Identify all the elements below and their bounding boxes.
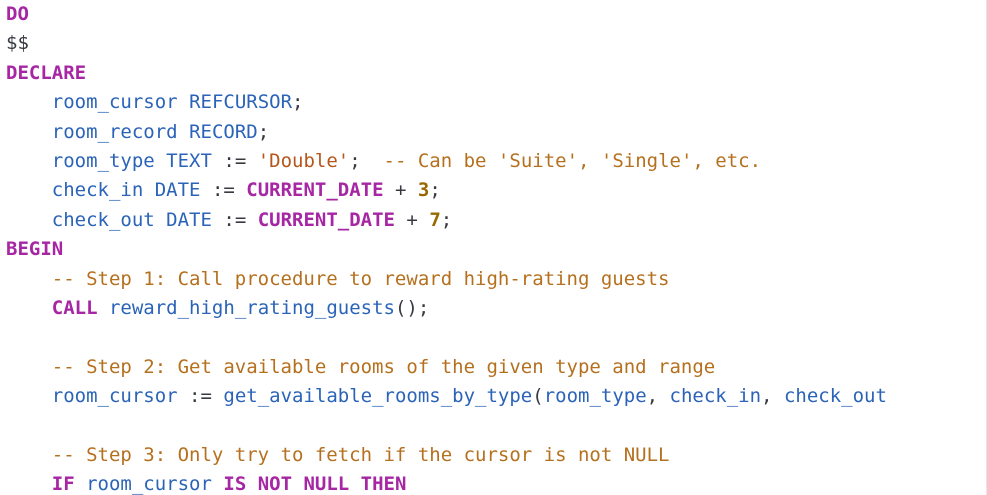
code-token-plain: , (646, 385, 670, 408)
code-token-plain: + (394, 208, 430, 231)
code-token-plain: := (211, 149, 258, 172)
code-token-ident: DATE (154, 179, 201, 202)
code-token-ident: check_out (783, 385, 887, 408)
code-line[interactable]: -- Step 2: Get available rooms of the gi… (6, 353, 887, 382)
code-token-comment: -- Step 3: Only try to fetch if the curs… (51, 443, 670, 466)
code-token-plain: ; (257, 120, 270, 143)
code-token-ident: room_type (51, 149, 155, 172)
code-token-ident: room_record (51, 120, 178, 143)
code-token-num: 3 (417, 179, 430, 202)
code-token-ident: REFCURSOR (189, 91, 293, 114)
code-line[interactable] (6, 411, 887, 440)
code-token-kw: IF (51, 473, 75, 495)
code-token-num: 7 (429, 208, 441, 231)
code-token-kw: IS NOT NULL THEN (223, 473, 407, 495)
code-line[interactable]: DO (6, 0, 887, 29)
code-line[interactable]: $$ (6, 29, 887, 58)
code-token-ident: TEXT (166, 149, 212, 172)
code-line[interactable]: -- Step 1: Call procedure to reward high… (6, 265, 887, 294)
code-line[interactable]: DECLARE (6, 59, 887, 88)
code-line[interactable]: CALL reward_high_rating_guests(); (6, 294, 887, 323)
code-token-ident: room_cursor (51, 91, 178, 114)
code-editor[interactable]: DO $$ DECLARE room_cursor REFCURSOR; room_… (0, 0, 987, 495)
code-token-plain: ; (292, 91, 304, 114)
code-token-str: 'Double' (257, 149, 350, 172)
code-line[interactable]: IF room_cursor IS NOT NULL THEN (6, 470, 887, 495)
code-token-plain: + (383, 179, 418, 202)
code-token-ident: check_in (51, 179, 144, 202)
code-token-plain: $$ (6, 32, 29, 55)
code-line[interactable]: room_type TEXT := 'Double'; -- Can be 'S… (6, 147, 887, 176)
code-line[interactable]: -- Step 3: Only try to fetch if the curs… (6, 441, 887, 470)
code-token-plain: := (200, 179, 247, 202)
code-token-ident: DATE (166, 208, 212, 231)
code-token-plain: , (761, 385, 784, 408)
code-token-plain: ; (349, 149, 384, 172)
code-token-plain: ; (440, 208, 453, 231)
code-token-kw: CALL (51, 296, 98, 319)
code-token-kw: CURRENT_DATE (257, 208, 395, 231)
code-line[interactable]: room_cursor := get_available_rooms_by_ty… (6, 382, 887, 411)
code-token-ident: get_available_rooms_by_type (223, 385, 533, 408)
code-token-comment: -- Can be 'Suite', 'Single', etc. (383, 149, 762, 172)
code-token-kw: DECLARE (6, 61, 87, 84)
code-token-ident: room_cursor (51, 385, 178, 408)
code-token-plain: := (177, 385, 224, 408)
code-line[interactable]: room_cursor REFCURSOR; (6, 88, 887, 117)
code-token-kw: BEGIN (6, 238, 64, 261)
code-line[interactable]: check_out DATE := CURRENT_DATE + 7; (6, 206, 887, 235)
code-token-plain: ( (532, 385, 544, 408)
code-token-plain: ; (429, 179, 441, 202)
code-token-kw: DO (6, 3, 29, 25)
code-token-plain: := (211, 208, 258, 231)
code-line[interactable]: room_record RECORD; (6, 118, 887, 147)
code-token-ident: reward_high_rating_guests (108, 296, 395, 319)
code-token-ident: RECORD (189, 120, 258, 143)
code-token-ident: check_in (669, 385, 762, 408)
code-token-ident: room_cursor (86, 473, 212, 495)
code-line[interactable]: BEGIN (6, 235, 887, 264)
code-line[interactable] (6, 323, 887, 352)
code-token-ident: room_type (543, 385, 647, 408)
code-token-ident: check_out (51, 208, 155, 231)
code-token-comment: -- Step 1: Call procedure to reward high… (51, 267, 670, 290)
code-token-plain: (); (394, 296, 430, 319)
code-line[interactable]: check_in DATE := CURRENT_DATE + 3; (6, 176, 887, 205)
code-block[interactable]: DO $$ DECLARE room_cursor REFCURSOR; room_… (6, 0, 887, 495)
code-token-kw: CURRENT_DATE (246, 179, 384, 202)
code-token-comment: -- Step 2: Get available rooms of the gi… (51, 355, 716, 378)
